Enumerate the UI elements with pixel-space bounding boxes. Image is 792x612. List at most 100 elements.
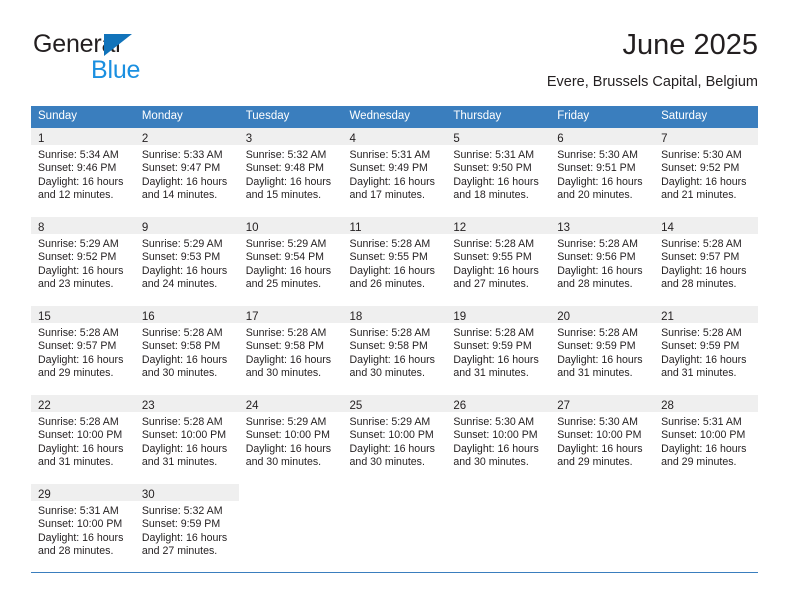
day-details: Sunrise: 5:30 AM Sunset: 10:00 PM Daylight…	[446, 412, 550, 469]
day-number-band: 25	[342, 395, 447, 412]
day-cell-20[interactable]: 20 Sunrise: 5:28 AM Sunset: 9:59 PM Dayligh…	[550, 306, 655, 394]
day-cell-7[interactable]: 7 Sunrise: 5:30 AM Sunset: 9:52 PM Daylight…	[654, 128, 758, 216]
day-cell-15[interactable]: 15 Sunrise: 5:28 AM Sunset: 9:57 PM Dayligh…	[31, 306, 135, 394]
day-cell-4[interactable]: 4 Sunrise: 5:31 AM Sunset: 9:49 PM Daylight…	[342, 128, 447, 216]
day-number-band: 27	[550, 395, 655, 412]
day-cell-6[interactable]: 6 Sunrise: 5:30 AM Sunset: 9:51 PM Daylight…	[550, 128, 655, 216]
day-details: Sunrise: 5:34 AM Sunset: 9:46 PM Daylight:…	[31, 145, 135, 202]
calendar-day-cell	[654, 483, 758, 573]
day-number: 13	[557, 222, 571, 234]
calendar-week-row: 8 Sunrise: 5:29 AM Sunset: 9:52 PM Daylight…	[31, 216, 758, 306]
calendar-day-cell: 20 Sunrise: 5:28 AM Sunset: 9:59 PM Dayligh…	[550, 305, 655, 395]
day-cell-19[interactable]: 19 Sunrise: 5:28 AM Sunset: 9:59 PM Dayligh…	[446, 306, 551, 394]
day-number: 16	[141, 311, 155, 323]
sunset-time: Sunset: 10:00 PM	[245, 429, 330, 442]
day-details: Sunrise: 5:30 AM Sunset: 9:52 PM Daylight:…	[654, 145, 758, 202]
daylight-duration-line2: and 31 minutes.	[141, 455, 218, 468]
day-details: Sunrise: 5:28 AM Sunset: 9:58 PM Daylight:…	[135, 323, 239, 380]
daylight-duration-line1: Daylight: 16 hours	[141, 442, 228, 455]
day-details: Sunrise: 5:29 AM Sunset: 10:00 PM Daylight…	[239, 412, 343, 469]
day-cell-8[interactable]: 8 Sunrise: 5:29 AM Sunset: 9:52 PM Daylight…	[31, 217, 135, 305]
day-number: 20	[557, 311, 571, 323]
day-cell-5[interactable]: 5 Sunrise: 5:31 AM Sunset: 9:50 PM Daylight…	[446, 128, 551, 216]
day-cell-26[interactable]: 26 Sunrise: 5:30 AM Sunset: 10:00 PM Daylig…	[446, 395, 551, 483]
calendar-day-cell: 25 Sunrise: 5:29 AM Sunset: 10:00 PM Daylig…	[342, 394, 447, 484]
day-cell-17[interactable]: 17 Sunrise: 5:28 AM Sunset: 9:58 PM Dayligh…	[238, 306, 343, 394]
day-cell-28[interactable]: 28 Sunrise: 5:31 AM Sunset: 10:00 PM Daylig…	[654, 395, 758, 483]
calendar-day-cell: 27 Sunrise: 5:30 AM Sunset: 10:00 PM Daylig…	[550, 394, 655, 484]
day-cell-13[interactable]: 13 Sunrise: 5:28 AM Sunset: 9:56 PM Dayligh…	[550, 217, 655, 305]
day-number: 24	[245, 400, 259, 412]
sunset-time: Sunset: 9:59 PM	[557, 340, 636, 353]
day-cell-2[interactable]: 2 Sunrise: 5:33 AM Sunset: 9:47 PM Daylight…	[134, 128, 239, 216]
sunset-time: Sunset: 9:49 PM	[349, 162, 428, 175]
calendar-week-row: 1 Sunrise: 5:34 AM Sunset: 9:46 PM Daylight…	[31, 127, 758, 217]
day-cell-16[interactable]: 16 Sunrise: 5:28 AM Sunset: 9:58 PM Dayligh…	[134, 306, 239, 394]
day-cell-21[interactable]: 21 Sunrise: 5:28 AM Sunset: 9:59 PM Dayligh…	[654, 306, 758, 394]
day-details: Sunrise: 5:29 AM Sunset: 9:54 PM Daylight:…	[239, 234, 343, 291]
calendar-day-cell: 8 Sunrise: 5:29 AM Sunset: 9:52 PM Daylight…	[31, 216, 135, 306]
daylight-duration-line2: and 31 minutes.	[557, 366, 633, 379]
day-cell-30[interactable]: 30 Sunrise: 5:32 AM Sunset: 9:59 PM Dayligh…	[134, 484, 239, 572]
sunset-time: Sunset: 9:52 PM	[38, 251, 117, 264]
sunset-time: Sunset: 9:48 PM	[245, 162, 325, 175]
day-cell-22[interactable]: 22 Sunrise: 5:28 AM Sunset: 10:00 PM Daylig…	[31, 395, 135, 483]
day-details: Sunrise: 5:28 AM Sunset: 9:58 PM Daylight:…	[343, 323, 447, 380]
day-number-band: 8	[31, 217, 135, 234]
daylight-duration-line2: and 20 minutes.	[557, 188, 633, 201]
daylight-duration-line1: Daylight: 16 hours	[349, 175, 435, 188]
daylight-duration-line1: Daylight: 16 hours	[245, 264, 332, 277]
day-cell-11[interactable]: 11 Sunrise: 5:28 AM Sunset: 9:55 PM Dayligh…	[342, 217, 447, 305]
sunrise-time: Sunrise: 5:28 AM	[661, 327, 742, 339]
day-number-band	[239, 484, 343, 501]
day-cell-empty	[446, 484, 550, 572]
day-number: 19	[453, 311, 467, 323]
daylight-duration-line1: Daylight: 16 hours	[453, 442, 539, 455]
daylight-duration-line2: and 27 minutes.	[141, 544, 218, 557]
day-number: 21	[661, 311, 674, 323]
daylight-duration-line1: Daylight: 16 hours	[349, 353, 435, 366]
sunrise-time: Sunrise: 5:29 AM	[141, 238, 223, 250]
sunset-time: Sunset: 10:00 PM	[38, 429, 123, 442]
day-cell-18[interactable]: 18 Sunrise: 5:28 AM Sunset: 9:58 PM Dayligh…	[342, 306, 447, 394]
day-number: 7	[661, 133, 668, 145]
day-cell-12[interactable]: 12 Sunrise: 5:28 AM Sunset: 9:55 PM Dayligh…	[446, 217, 551, 305]
day-number: 2	[141, 133, 149, 145]
day-cell-9[interactable]: 9 Sunrise: 5:29 AM Sunset: 9:53 PM Daylight…	[134, 217, 239, 305]
daylight-duration-line2: and 29 minutes.	[38, 366, 114, 379]
sunset-time: Sunset: 10:00 PM	[349, 429, 434, 442]
daylight-duration-line1: Daylight: 16 hours	[557, 175, 643, 188]
daylight-duration-line2: and 30 minutes.	[349, 455, 425, 468]
daylight-duration-line1: Daylight: 16 hours	[38, 531, 124, 544]
day-cell-24[interactable]: 24 Sunrise: 5:29 AM Sunset: 10:00 PM Daylig…	[238, 395, 343, 483]
sunrise-time: Sunrise: 5:28 AM	[453, 238, 535, 250]
day-number-band: 7	[654, 128, 758, 145]
daylight-duration-line2: and 26 minutes.	[349, 277, 425, 290]
day-cell-27[interactable]: 27 Sunrise: 5:30 AM Sunset: 10:00 PM Daylig…	[550, 395, 655, 483]
day-number: 9	[141, 222, 149, 234]
day-cell-empty	[550, 484, 654, 572]
day-cell-23[interactable]: 23 Sunrise: 5:28 AM Sunset: 10:00 PM Daylig…	[134, 395, 239, 483]
day-details: Sunrise: 5:31 AM Sunset: 9:49 PM Daylight:…	[343, 145, 447, 202]
day-cell-29[interactable]: 29 Sunrise: 5:31 AM Sunset: 10:00 PM Daylig…	[31, 484, 135, 572]
day-cell-10[interactable]: 10 Sunrise: 5:29 AM Sunset: 9:54 PM Dayligh…	[238, 217, 343, 305]
sunset-time: Sunset: 9:57 PM	[661, 251, 740, 264]
daylight-duration-line1: Daylight: 16 hours	[349, 264, 435, 277]
day-details: Sunrise: 5:29 AM Sunset: 10:00 PM Daylight…	[343, 412, 447, 469]
day-cell-3[interactable]: 3 Sunrise: 5:32 AM Sunset: 9:48 PM Daylight…	[238, 128, 343, 216]
calendar-page: General Blue June 2025 Evere, Brussels C…	[0, 0, 792, 612]
daylight-duration-line1: Daylight: 16 hours	[38, 264, 124, 277]
sunrise-time: Sunrise: 5:29 AM	[245, 416, 327, 428]
generalblue-logo[interactable]: General Blue	[31, 30, 251, 92]
day-details: Sunrise: 5:28 AM Sunset: 9:59 PM Daylight:…	[550, 323, 654, 380]
day-number-band: 14	[654, 217, 758, 234]
day-cell-14[interactable]: 14 Sunrise: 5:28 AM Sunset: 9:57 PM Dayligh…	[654, 217, 758, 305]
day-details: Sunrise: 5:28 AM Sunset: 9:57 PM Daylight:…	[654, 234, 758, 291]
sunset-time: Sunset: 9:51 PM	[557, 162, 636, 175]
day-cell-25[interactable]: 25 Sunrise: 5:29 AM Sunset: 10:00 PM Daylig…	[342, 395, 447, 483]
sunset-time: Sunset: 9:55 PM	[453, 251, 532, 264]
daylight-duration-line1: Daylight: 16 hours	[453, 264, 539, 277]
logo-text-blue: Blue	[91, 56, 141, 84]
day-cell-1[interactable]: 1 Sunrise: 5:34 AM Sunset: 9:46 PM Daylight…	[31, 128, 135, 216]
day-number: 27	[557, 400, 571, 412]
